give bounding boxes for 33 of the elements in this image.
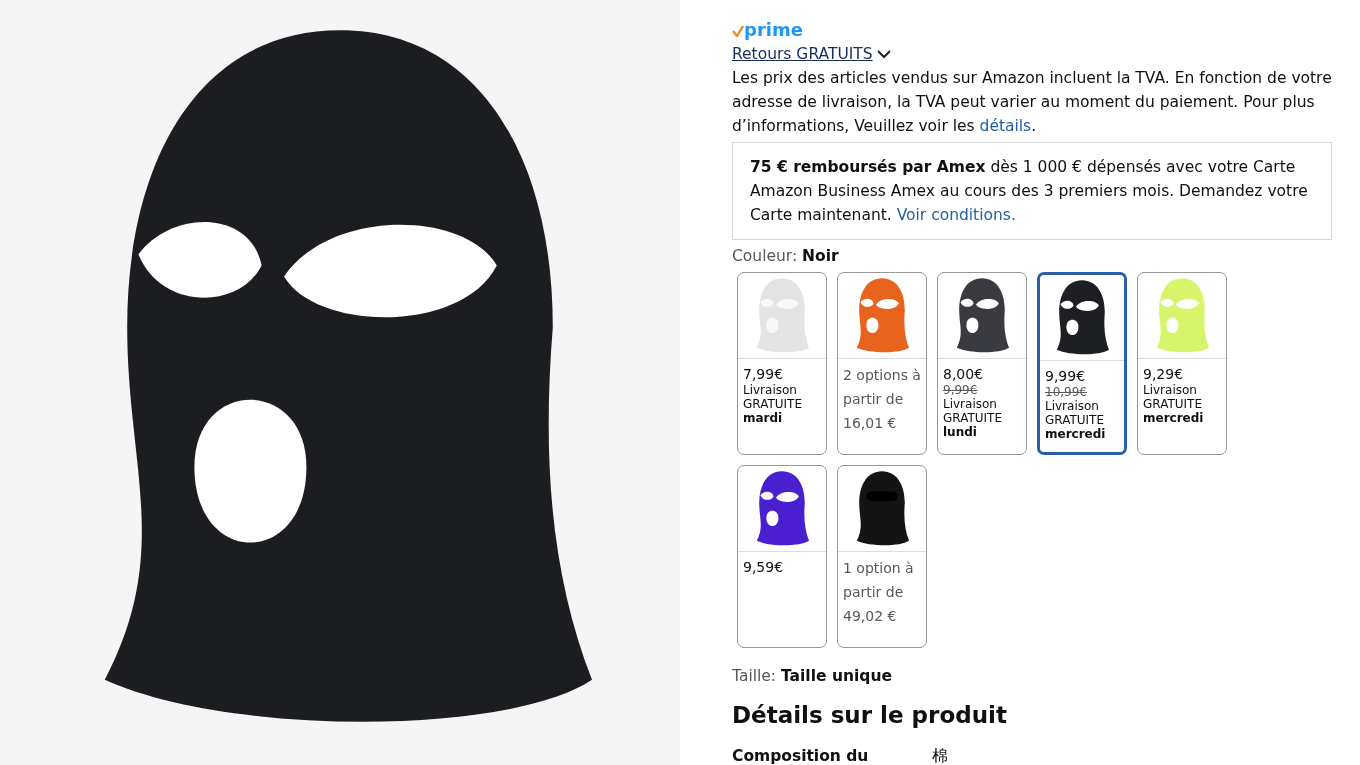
- price: 8,00€: [943, 365, 985, 383]
- color-swatch[interactable]: 9,29€ Livraison GRATUITE mercredi: [1137, 272, 1227, 455]
- returns-link[interactable]: Retours GRATUITS: [732, 42, 873, 66]
- check-icon: [732, 24, 744, 37]
- color-label: Couleur: Noir: [732, 246, 840, 267]
- color-swatch[interactable]: 2 options à partir de 16,01 €: [837, 272, 927, 455]
- delivery-text: Livraison GRATUITE mercredi: [1045, 399, 1107, 441]
- color-swatch[interactable]: 7,99€ Livraison GRATUITE mardi: [737, 272, 827, 455]
- amex-offer-text: 75 € remboursés par Amex dès 1 000 € dépensés avec votre Carte Amazon Business Amex au cours des 3 premiers mois. Demandez votre Carte maintenant. Voir conditions.: [750, 157, 1309, 226]
- section-heading: Détails sur le produit: [732, 702, 1008, 730]
- delivery-text: Livraison GRATUITE lundi: [943, 397, 1003, 439]
- price: 9,99€: [1045, 367, 1087, 385]
- color-swatch[interactable]: 9,99€ 10,99€ Livraison GRATUITE mercredi: [1037, 272, 1127, 455]
- price: 9,29€: [1143, 365, 1185, 383]
- chevron-icon[interactable]: [876, 50, 891, 59]
- options-text: 2 options à partir de 16,01 €: [842, 366, 922, 433]
- detail-value: 棉: [932, 745, 948, 765]
- price: 9,59€: [743, 558, 785, 576]
- tax-note: Les prix des articles vendus sur Amazon incluent la TVA. En fonction de votre adresse de livraison, la TVA peut varier au moment du paiement. Pour plus d’informations, Veuillez voir les détails.: [732, 68, 1332, 137]
- list-price: 9,99€: [943, 383, 979, 397]
- color-swatch[interactable]: 8,00€ 9,99€ Livraison GRATUITE lundi: [937, 272, 1027, 455]
- color-swatch[interactable]: 9,59€: [737, 465, 827, 648]
- size-label: Taille: Taille unique: [732, 666, 893, 687]
- prime-logo: prime: [744, 18, 803, 42]
- detail-label: Composition du: [732, 745, 870, 765]
- delivery-text: Livraison GRATUITE mercredi: [1143, 383, 1205, 425]
- delivery-text: Livraison GRATUITE mardi: [743, 383, 803, 425]
- price: 7,99€: [743, 365, 785, 383]
- conditions-link[interactable]: Voir conditions.: [896, 206, 1016, 224]
- list-price: 10,99€: [1045, 385, 1088, 399]
- details-link[interactable]: détails: [979, 117, 1032, 135]
- options-text: 1 option à partir de 49,02 €: [842, 559, 915, 626]
- color-swatch[interactable]: 1 option à partir de 49,02 €: [837, 465, 927, 648]
